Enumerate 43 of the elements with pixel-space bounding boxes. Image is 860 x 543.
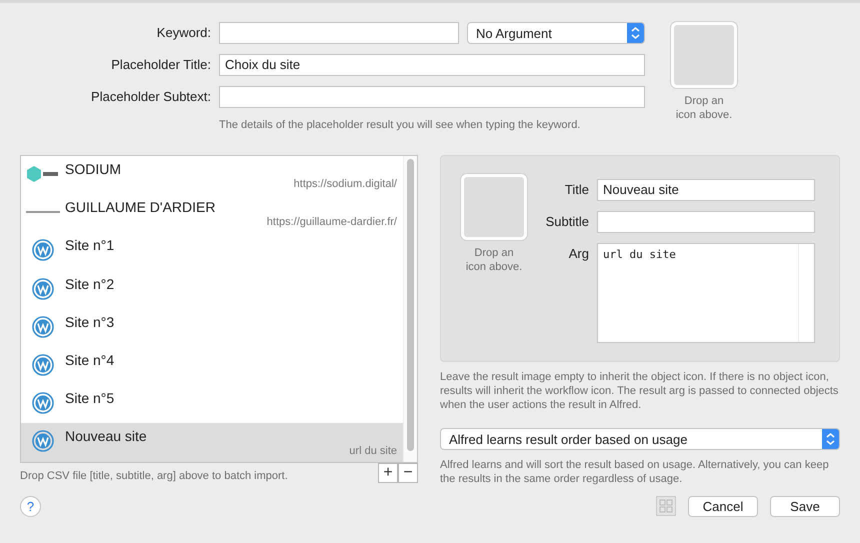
stepper-icon bbox=[627, 23, 644, 43]
order-popup[interactable]: Alfred learns result order based on usage bbox=[440, 428, 840, 450]
result-subtitle: https://guillaume-dardier.fr/ bbox=[266, 215, 397, 230]
field-label: Placeholder Title: bbox=[110, 56, 211, 74]
result-subtitle: url du site bbox=[348, 444, 397, 460]
help-button[interactable]: ? bbox=[20, 496, 41, 516]
import-hint: Drop CSV file [title, subtitle, arg] above to batch import. bbox=[20, 469, 288, 483]
hint-text: The details of the placeholder result you will see when typing the keyword. bbox=[219, 118, 582, 132]
subtext-field[interactable] bbox=[219, 86, 645, 108]
title-field[interactable]: Nouveau site bbox=[597, 179, 815, 201]
icon-caption: Drop an icon above. bbox=[464, 246, 524, 274]
icon-well[interactable] bbox=[671, 22, 737, 88]
field-label: Arg bbox=[568, 245, 589, 263]
result-title: Site n°5 bbox=[65, 389, 116, 406]
argument-popup[interactable]: No Argument bbox=[467, 22, 645, 44]
arg-field[interactable]: url du site bbox=[597, 243, 815, 343]
scroll-thumb[interactable] bbox=[407, 159, 414, 451]
result-subtitle: https://sodium.digital/ bbox=[292, 177, 397, 192]
keyword-field[interactable] bbox=[219, 22, 459, 44]
field-label: Title bbox=[564, 181, 589, 199]
order-hint: Alfred learns and will sort the result based on usage. Alternatively, you can keep the results in the same order regardless of usage. bbox=[440, 458, 830, 486]
subtitle-field[interactable] bbox=[597, 211, 815, 233]
field-label: Subtitle bbox=[544, 213, 589, 231]
result-title: Site n°3 bbox=[65, 312, 116, 329]
result-title: Site n°1 bbox=[65, 236, 116, 252]
editor-hint: Leave the result image empty to inherit the object icon. If there is no object icon, results will inherit the workflow icon. The result arg is passed to connected objects when the user actions the result in Alfred. bbox=[440, 370, 840, 412]
stepper-icon bbox=[822, 429, 839, 449]
add-button[interactable]: + bbox=[378, 463, 398, 483]
result-title: Nouveau site bbox=[65, 427, 148, 444]
field-label: Placeholder Subtext: bbox=[90, 88, 211, 106]
icon-well[interactable] bbox=[461, 174, 527, 240]
result-title: Site n°2 bbox=[65, 274, 116, 291]
grid-icon[interactable] bbox=[656, 496, 676, 516]
title-field[interactable]: Choix du site bbox=[219, 54, 645, 76]
remove-button[interactable]: − bbox=[398, 463, 418, 483]
icon-caption: Drop an icon above. bbox=[674, 94, 734, 122]
save-button[interactable]: Save bbox=[770, 496, 840, 516]
field-label: Keyword: bbox=[156, 24, 211, 42]
result-title: GUILLAUME D'ARDIER bbox=[65, 198, 216, 214]
cancel-button[interactable]: Cancel bbox=[688, 496, 758, 516]
result-title: Site n°4 bbox=[65, 350, 116, 367]
result-title: SODIUM bbox=[65, 160, 122, 176]
result-row[interactable]: Nouveau site url du site bbox=[21, 423, 403, 462]
